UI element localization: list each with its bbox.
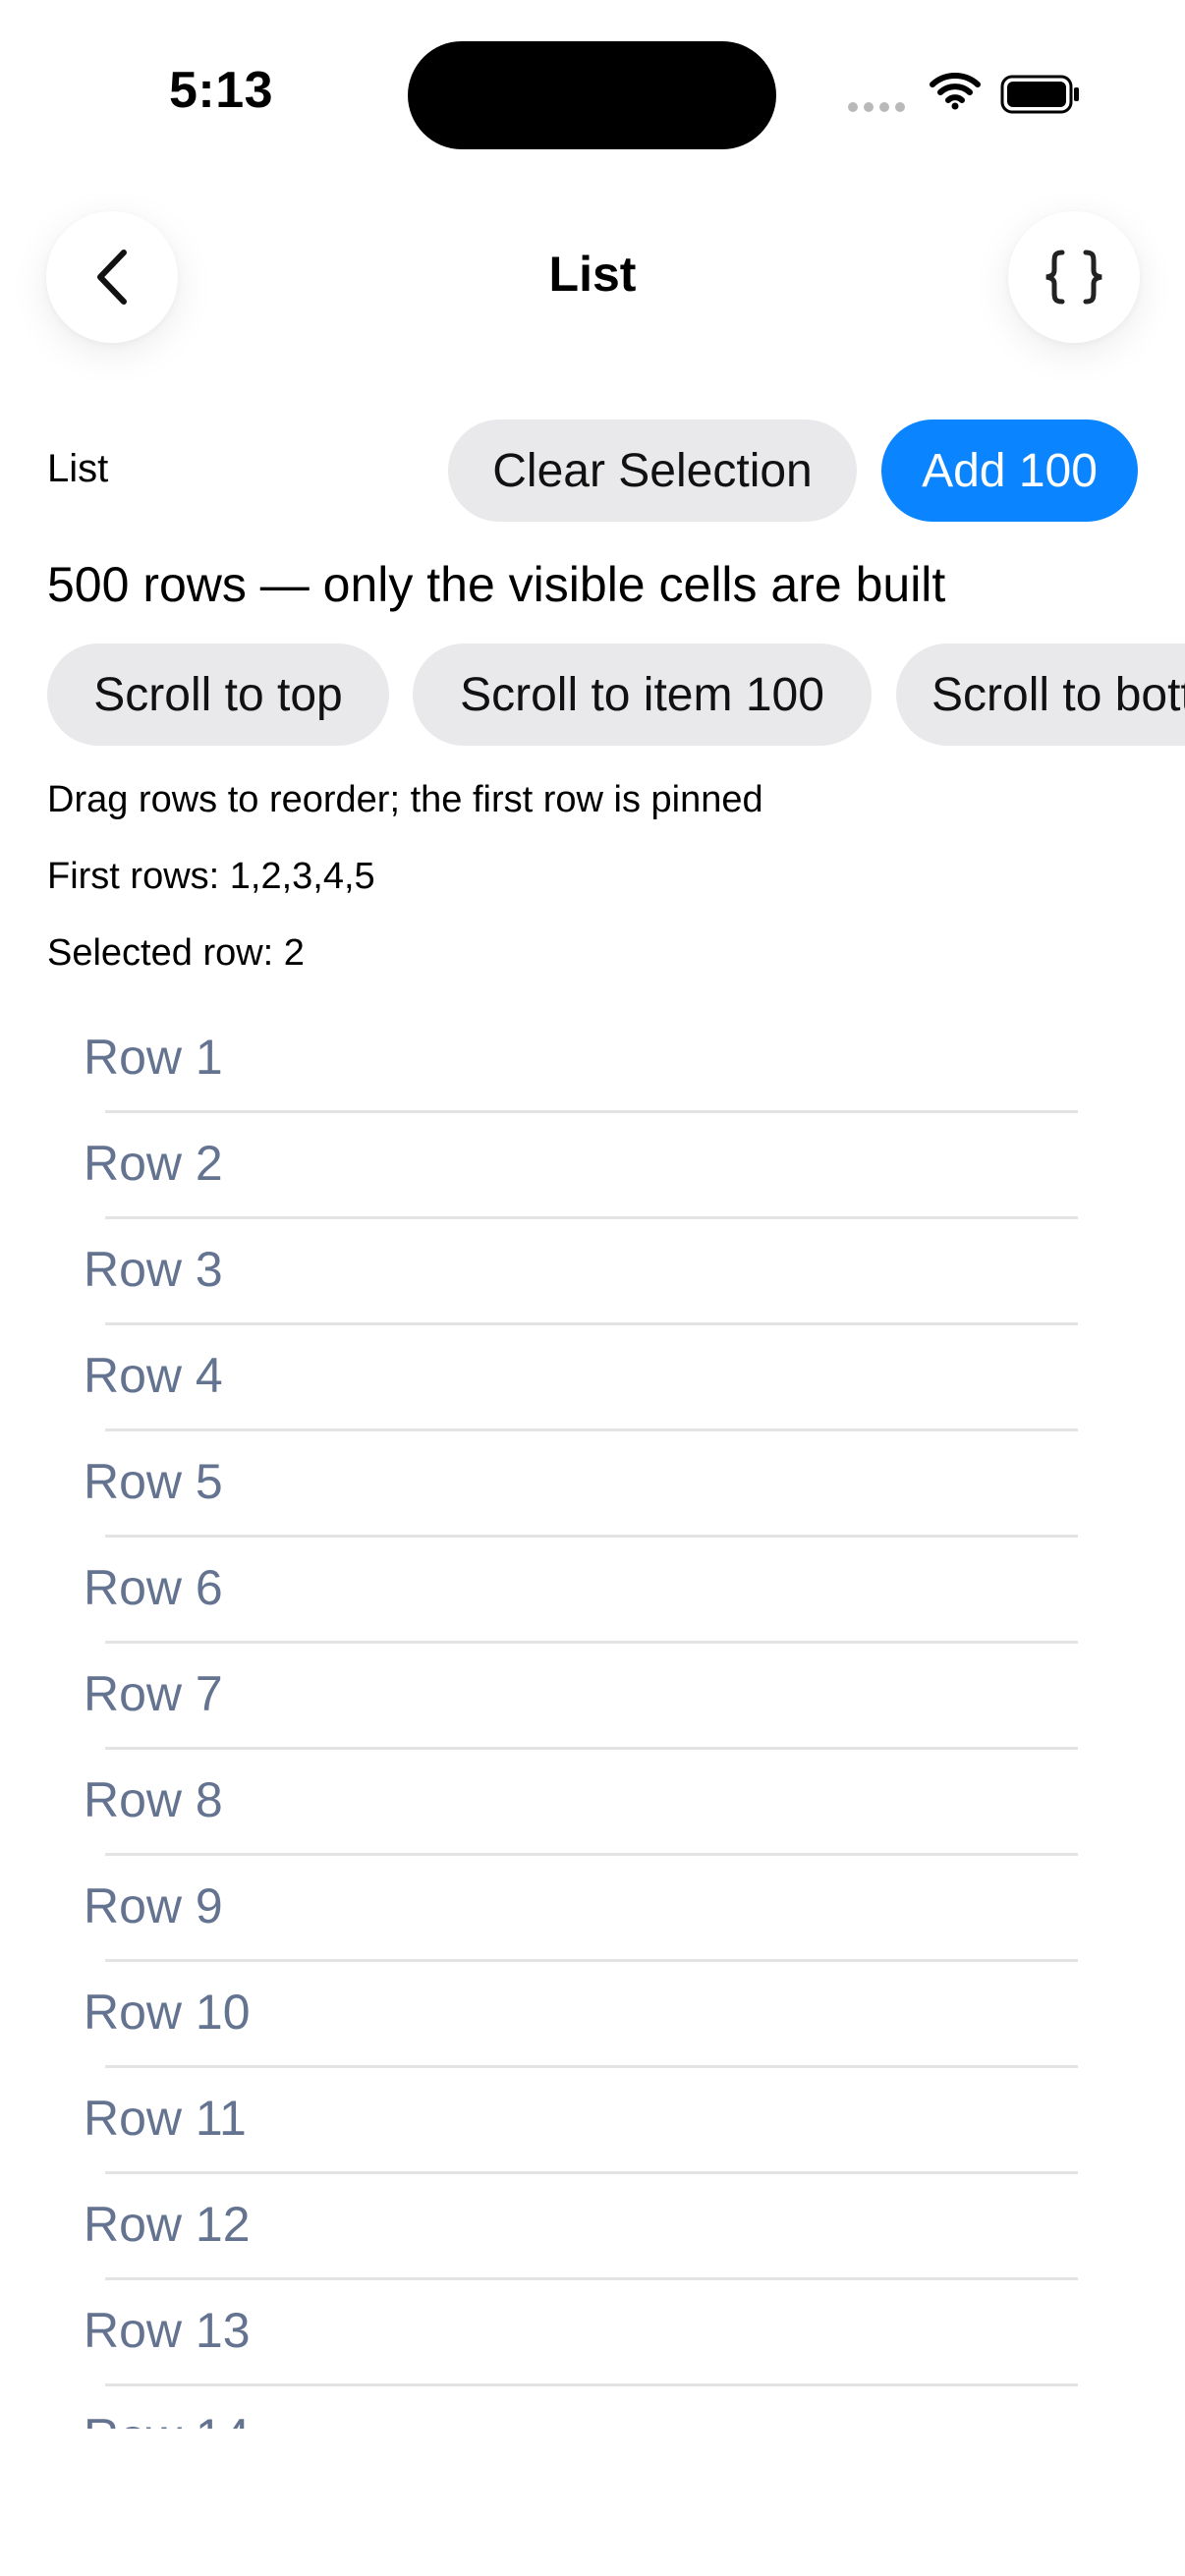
row-label: Row 3 [84, 1242, 223, 1297]
list-row[interactable]: Row 4 [0, 1325, 1185, 1431]
cellular-signal-icon [848, 102, 905, 112]
list-row[interactable]: Row 3 [0, 1219, 1185, 1325]
scroll-to-top-button[interactable]: Scroll to top [47, 644, 389, 746]
list-row[interactable]: Row 1 [0, 1007, 1185, 1113]
row-label: Row 13 [84, 2303, 251, 2358]
drag-hint-text: Drag rows to reorder; the first row is p… [47, 779, 763, 820]
list-row[interactable]: Row 8 [0, 1750, 1185, 1856]
list-row[interactable]: Row 6 [0, 1538, 1185, 1644]
first-rows-text: First rows: 1,2,3,4,5 [47, 856, 375, 897]
row-label: Row 1 [84, 1030, 223, 1085]
list-row[interactable]: Row 13 [0, 2280, 1185, 2386]
wifi-icon [930, 73, 981, 110]
list-row[interactable]: Row 7 [0, 1644, 1185, 1750]
section-label: List [47, 447, 109, 490]
row-label: Row 2 [84, 1136, 223, 1191]
status-time: 5:13 [169, 62, 274, 119]
list-row[interactable]: Row 10 [0, 1962, 1185, 2068]
row-label: Row 5 [84, 1454, 223, 1509]
list-summary: 500 rows — only the visible cells are bu… [47, 557, 946, 612]
add-100-button[interactable]: Add 100 [881, 420, 1138, 522]
scroll-to-item-100-button[interactable]: Scroll to item 100 [413, 644, 872, 746]
list-row[interactable]: Row 5 [0, 1431, 1185, 1538]
clear-selection-button[interactable]: Clear Selection [448, 420, 857, 522]
list-row[interactable]: Row 14 [0, 2386, 1185, 2429]
row-list[interactable]: Row 1 Row 2 Row 3 Row 4 Row 5 Row 6 Row … [0, 1007, 1185, 2429]
row-label: Row 7 [84, 1666, 223, 1721]
row-label: Row 6 [84, 1560, 223, 1615]
list-row[interactable]: Row 11 [0, 2068, 1185, 2174]
scroll-buttons-bar[interactable]: Scroll to top Scroll to item 100 Scroll … [0, 644, 1185, 746]
selected-row-text: Selected row: 2 [47, 932, 305, 974]
curly-braces-icon [1045, 250, 1102, 305]
list-row[interactable]: Row 9 [0, 1856, 1185, 1962]
code-view-button[interactable] [1008, 211, 1140, 343]
row-label: Row 8 [84, 1772, 223, 1827]
row-label: Row 14 [84, 2408, 251, 2429]
row-label: Row 11 [84, 2091, 247, 2146]
row-label: Row 10 [84, 1985, 251, 2040]
dynamic-island [408, 41, 776, 149]
battery-icon [1000, 75, 1079, 114]
list-row[interactable]: Row 2 [0, 1113, 1185, 1219]
row-label: Row 9 [84, 1878, 223, 1933]
row-label: Row 4 [84, 1348, 223, 1403]
list-row[interactable]: Row 12 [0, 2174, 1185, 2280]
scroll-to-bottom-button[interactable]: Scroll to bottom [896, 644, 1185, 746]
row-label: Row 12 [84, 2197, 251, 2252]
